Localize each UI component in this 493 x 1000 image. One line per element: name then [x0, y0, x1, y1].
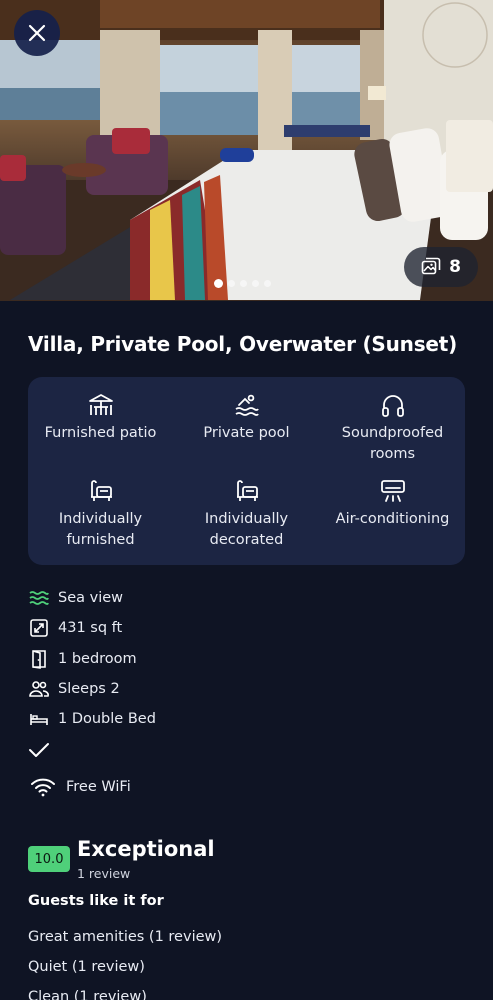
feature-label: Sea view: [58, 590, 124, 607]
amenity-label: Private pool: [203, 425, 290, 441]
guest-like-item: Quiet (1 review): [28, 959, 145, 975]
expand-icon: [28, 617, 50, 639]
waves-icon: [28, 587, 50, 609]
wifi-icon: [28, 776, 58, 798]
gallery-button[interactable]: 8: [404, 247, 478, 287]
amenity-label: Soundproofed rooms: [341, 425, 444, 462]
amenity-label: Individually furnished: [58, 511, 143, 548]
amenity-label: Furnished patio: [44, 425, 157, 441]
people-icon: [28, 678, 50, 700]
amenity-label: Individually decorated: [204, 511, 289, 548]
guest-likes-list: Great amenities (1 review) Quiet (1 revi…: [28, 922, 222, 1000]
amenity-individually-decorated: Individually decorated: [174, 477, 319, 551]
room-features: Sea view 431 sq ft 1 bedroom Sleeps 2 1 …: [28, 583, 156, 809]
room-photo[interactable]: 8: [0, 0, 493, 301]
amenity-air-conditioning: Air-conditioning: [320, 477, 465, 530]
room-title: Villa, Private Pool, Overwater (Sunset): [28, 332, 458, 356]
feature-label: 1 Double Bed: [58, 711, 156, 728]
amenity-private-pool: Private pool: [174, 391, 319, 444]
feature-bedrooms: 1 bedroom: [28, 644, 156, 674]
feature-area: 431 sq ft: [28, 613, 156, 643]
headphones-icon: [381, 395, 404, 417]
air-conditioner-icon: [380, 480, 405, 502]
feature-sea-view: Sea view: [28, 583, 156, 613]
gallery-count: 8: [449, 257, 461, 277]
amenity-individually-furnished: Individually furnished: [28, 477, 173, 551]
patio-icon: [88, 394, 113, 415]
review-score-badge: 10.0: [28, 846, 70, 872]
armchair-icon: [90, 480, 112, 501]
carousel-dot[interactable]: [228, 280, 235, 287]
guest-like-item: Clean (1 review): [28, 989, 147, 1000]
gallery-icon: [421, 257, 441, 275]
feature-label: 1 bedroom: [58, 650, 137, 667]
close-icon: [28, 24, 46, 42]
feature-label: Sleeps 2: [58, 681, 120, 698]
guest-like-item: Great amenities (1 review): [28, 929, 223, 945]
amenity-furnished-patio: Furnished patio: [28, 391, 173, 444]
review-count-link[interactable]: 1 review: [77, 866, 130, 881]
armchair-icon: [236, 480, 258, 501]
feature-label: Free WiFi: [66, 778, 131, 795]
carousel-dot[interactable]: [240, 280, 247, 287]
pool-icon: [235, 394, 259, 416]
feature-beds: 1 Double Bed: [28, 704, 156, 734]
feature-check: [28, 734, 156, 764]
door-icon: [28, 648, 50, 670]
bed-icon: [28, 708, 50, 730]
close-button[interactable]: [14, 10, 60, 56]
carousel-dot[interactable]: [252, 280, 259, 287]
rating-word: Exceptional: [77, 837, 215, 861]
carousel-dots: [214, 279, 271, 288]
checkmark-icon: [28, 739, 50, 761]
feature-sleeps: Sleeps 2: [28, 674, 156, 704]
guests-like-heading: Guests like it for: [28, 893, 164, 909]
amenity-label: Air-conditioning: [335, 511, 450, 527]
amenity-soundproofed: Soundproofed rooms: [320, 391, 465, 465]
carousel-dot[interactable]: [264, 280, 271, 287]
feature-label: 431 sq ft: [58, 620, 123, 637]
carousel-dot[interactable]: [214, 279, 223, 288]
feature-wifi: Free WiFi: [28, 765, 156, 809]
amenities-card: Furnished patio Private pool Soundproofe…: [28, 377, 465, 565]
